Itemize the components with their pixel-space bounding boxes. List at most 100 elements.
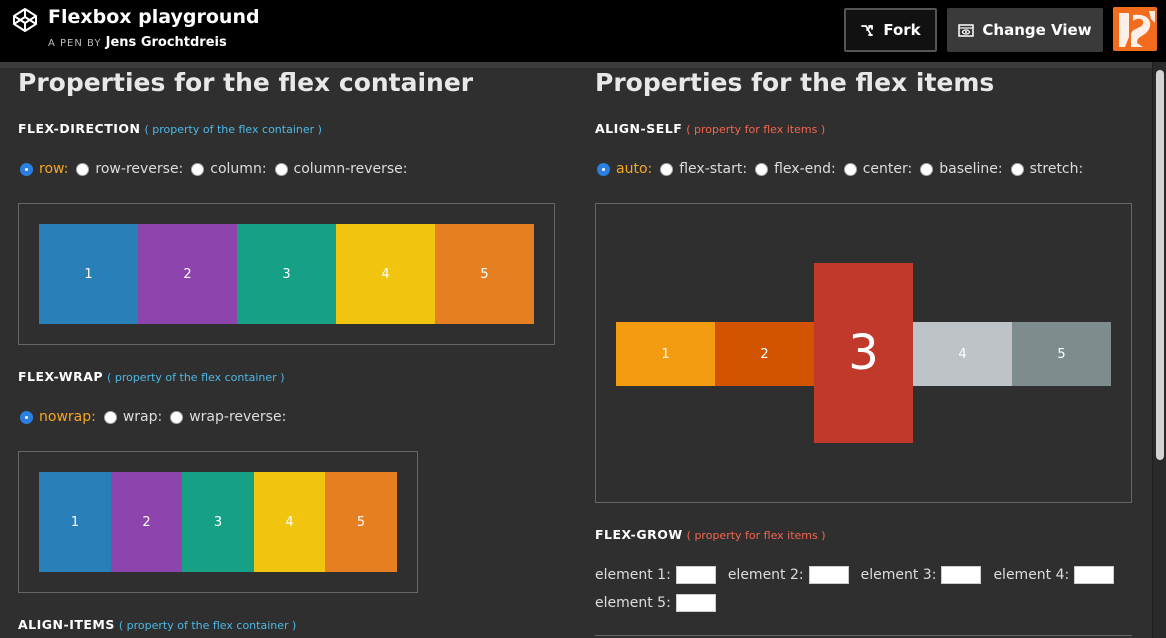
flex-direction-title: FLEX-DIRECTION: [18, 121, 141, 136]
element-4-input[interactable]: [1074, 566, 1115, 584]
flex-wrap-demo: 1 2 3 4 5: [18, 451, 418, 593]
flex-grow-hint: ( property for flex items ): [686, 529, 826, 542]
eye-window-icon: [958, 23, 975, 37]
flex-item-4: 4: [336, 224, 435, 324]
align-self-options: auto: flex-start: flex-end: center: base…: [597, 161, 1091, 177]
flex-wrap-title: FLEX-WRAP: [18, 369, 104, 384]
option-row[interactable]: row:: [20, 161, 68, 177]
option-nowrap[interactable]: nowrap:: [20, 409, 96, 425]
radio-flex-end[interactable]: [755, 162, 769, 176]
radio-row[interactable]: [20, 162, 33, 176]
align-self-label: ALIGN-SELF( property for flex items ): [595, 121, 825, 136]
flex-wrap-hint: ( property of the flex container ): [107, 371, 285, 384]
flex-item-5: 5: [325, 472, 397, 572]
avatar-image: [1113, 7, 1157, 51]
byline-prefix: A PEN BY: [48, 38, 102, 49]
items-heading: Properties for the flex items: [595, 68, 995, 97]
flex-item-1: 1: [616, 322, 715, 386]
flex-grow-title: FLEX-GROW: [595, 527, 683, 542]
fork-label: Fork: [883, 21, 921, 39]
top-bar: Flexbox playground A PEN BY Jens Grochtd…: [0, 0, 1166, 62]
flex-wrap-options: nowrap: wrap: wrap-reverse:: [20, 409, 294, 425]
option-label: column:: [210, 161, 267, 177]
option-wrap-reverse[interactable]: wrap-reverse:: [170, 409, 286, 425]
option-label: flex-end:: [774, 161, 836, 177]
flex-item-3: 3: [814, 263, 913, 443]
element-3-input[interactable]: [941, 566, 982, 584]
option-label: center:: [862, 161, 913, 177]
element-4-label: element 4:: [993, 567, 1070, 583]
flex-item-4: 4: [254, 472, 325, 572]
align-self-hint: ( property for flex items ): [686, 123, 826, 136]
scrollbar-thumb[interactable]: [1156, 70, 1164, 460]
radio-column-reverse[interactable]: [274, 162, 288, 176]
change-view-label: Change View: [982, 21, 1092, 39]
option-label: flex-start:: [679, 161, 748, 177]
flex-wrap-label: FLEX-WRAP( property of the flex containe…: [18, 369, 285, 384]
option-row-reverse[interactable]: row-reverse:: [76, 161, 183, 177]
flex-direction-hint: ( property of the flex container ): [144, 123, 322, 136]
option-flex-end[interactable]: flex-end:: [755, 161, 836, 177]
pen-title: Flexbox playground: [48, 6, 260, 28]
change-view-button[interactable]: Change View: [947, 8, 1103, 52]
element-3-label: element 3:: [860, 567, 937, 583]
element-1-label: element 1:: [595, 567, 671, 583]
flex-item-5: 5: [1012, 322, 1111, 386]
flex-item-5: 5: [435, 224, 534, 324]
option-baseline[interactable]: baseline:: [920, 161, 1003, 177]
user-avatar[interactable]: [1113, 7, 1157, 51]
flex-direction-label: FLEX-DIRECTION( property of the flex con…: [18, 121, 322, 136]
radio-row-reverse[interactable]: [76, 162, 90, 176]
radio-wrap-reverse[interactable]: [170, 410, 184, 424]
radio-nowrap[interactable]: [20, 410, 33, 424]
align-self-title: ALIGN-SELF: [595, 121, 683, 136]
option-wrap[interactable]: wrap:: [103, 409, 163, 425]
flex-item-3: 3: [237, 224, 336, 324]
option-label: column-reverse:: [293, 161, 408, 177]
author-link[interactable]: Jens Grochtdreis: [106, 35, 227, 50]
vertical-scrollbar[interactable]: [1152, 62, 1166, 638]
pen-byline: A PEN BY Jens Grochtdreis: [48, 35, 227, 50]
flex-direction-demo: 1 2 3 4 5: [18, 203, 555, 345]
align-items-label: ALIGN-ITEMS( property of the flex contai…: [18, 617, 296, 632]
radio-baseline[interactable]: [920, 162, 934, 176]
fork-button[interactable]: Fork: [844, 8, 937, 52]
flex-item-1: 1: [39, 224, 138, 324]
align-self-demo: 1 2 3 4 5: [595, 203, 1132, 503]
element-2-input[interactable]: [808, 566, 849, 584]
option-stretch[interactable]: stretch:: [1010, 161, 1084, 177]
flex-item-2: 2: [138, 224, 237, 324]
option-flex-start[interactable]: flex-start:: [660, 161, 747, 177]
option-column[interactable]: column:: [191, 161, 267, 177]
element-5-label: element 5:: [595, 595, 671, 611]
radio-wrap[interactable]: [103, 410, 117, 424]
element-1-input[interactable]: [675, 566, 716, 584]
flex-item-3: 3: [182, 472, 254, 572]
option-center[interactable]: center:: [843, 161, 913, 177]
container-heading: Properties for the flex container: [18, 68, 474, 97]
radio-column[interactable]: [191, 162, 205, 176]
element-2-label: element 2:: [727, 567, 804, 583]
flex-grow-fields-row-1: element 1: element 2: element 3: element…: [595, 566, 1126, 584]
radio-stretch[interactable]: [1010, 162, 1024, 176]
flex-item-2: 2: [715, 322, 814, 386]
flex-item-4: 4: [913, 322, 1012, 386]
option-label: stretch:: [1029, 161, 1084, 177]
option-label: row:: [39, 161, 69, 177]
radio-center[interactable]: [843, 162, 857, 176]
option-auto[interactable]: auto:: [597, 161, 652, 177]
option-column-reverse[interactable]: column-reverse:: [274, 161, 408, 177]
option-label: auto:: [616, 161, 653, 177]
option-label: nowrap:: [39, 409, 96, 425]
radio-auto[interactable]: [597, 162, 610, 176]
flex-grow-label: FLEX-GROW( property for flex items ): [595, 527, 826, 542]
align-items-hint: ( property of the flex container ): [118, 619, 297, 632]
option-label: row-reverse:: [95, 161, 184, 177]
radio-flex-start[interactable]: [660, 162, 674, 176]
flex-item-2: 2: [111, 472, 182, 572]
codepen-logo-icon[interactable]: [12, 7, 38, 33]
flex-grow-fields-row-2: element 5:: [595, 594, 728, 612]
option-label: wrap:: [122, 409, 163, 425]
element-5-input[interactable]: [675, 594, 716, 612]
align-items-title: ALIGN-ITEMS: [18, 617, 115, 632]
